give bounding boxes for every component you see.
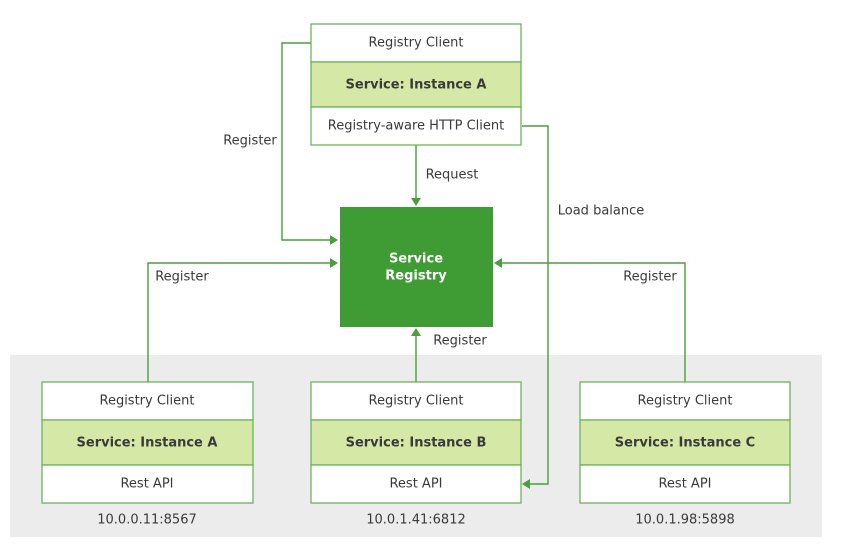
- arrow-icon: [330, 258, 338, 268]
- arrow-icon: [411, 198, 421, 206]
- label-request: Request: [426, 168, 479, 183]
- http-client-label: Registry-aware HTTP Client: [328, 119, 504, 134]
- registry-label-line1: Service: [389, 252, 443, 267]
- registry-client-label: Registry Client: [638, 394, 733, 409]
- service-label: Service: Instance C: [615, 436, 755, 451]
- label-register-top: Register: [223, 134, 277, 149]
- service-label: Service: Instance B: [346, 436, 487, 451]
- registry-label-line2: Registry: [385, 269, 447, 284]
- service-registry-diagram: Register Request Load balance Register R…: [10, 23, 822, 537]
- label-load-balance: Load balance: [558, 204, 645, 219]
- arrow-icon: [494, 258, 502, 268]
- service-label: Service: Instance A: [77, 436, 218, 451]
- address-label: 10.0.0.11:8567: [97, 513, 197, 528]
- address-label: 10.0.1.98:5898: [635, 513, 735, 528]
- rest-api-label: Rest API: [389, 477, 442, 492]
- rest-api-label: Rest API: [658, 477, 711, 492]
- service-registry-box: Service Registry: [340, 207, 493, 327]
- service-label: Service: Instance A: [346, 78, 487, 93]
- label-register-c: Register: [623, 270, 677, 285]
- rest-api-label: Rest API: [120, 477, 173, 492]
- connector-request: [411, 145, 421, 206]
- registry-client-label: Registry Client: [369, 36, 464, 51]
- top-instance-box: Registry Client Service: Instance A Regi…: [310, 23, 522, 146]
- arrow-icon: [330, 235, 338, 245]
- registry-client-label: Registry Client: [369, 394, 464, 409]
- address-label: 10.0.1.41:6812: [366, 513, 466, 528]
- arrow-icon: [411, 328, 421, 336]
- label-register-a: Register: [155, 270, 209, 285]
- label-register-b: Register: [433, 334, 487, 349]
- registry-client-label: Registry Client: [100, 394, 195, 409]
